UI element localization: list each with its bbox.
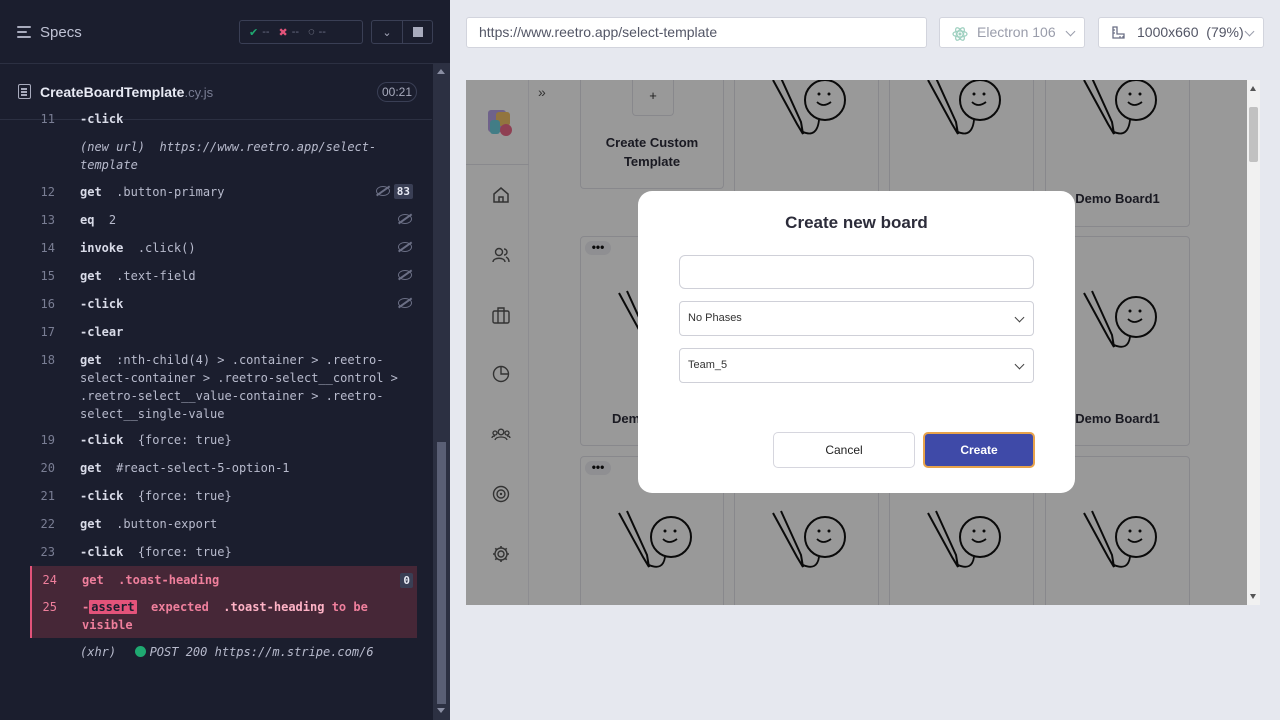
chevron-down-icon bbox=[1244, 26, 1255, 37]
url-bar[interactable]: https://www.reetro.app/select-template bbox=[466, 17, 927, 48]
viewport-zoom: (79%) bbox=[1206, 24, 1244, 40]
spec-duration: 00:21 bbox=[377, 82, 417, 102]
create-board-dialog: Create new board No Phases Team_5 Cancel… bbox=[638, 191, 1075, 493]
assertion-error-row[interactable]: 25 - assert expected .toast-heading to be… bbox=[30, 594, 417, 638]
passed-count: ✔ -- bbox=[249, 26, 270, 39]
eye-slash-icon bbox=[397, 297, 413, 309]
command-log: 11 -click (new url) https://www.reetro.a… bbox=[0, 110, 432, 670]
specs-label[interactable]: Specs bbox=[40, 24, 82, 41]
chevron-down-icon bbox=[1014, 359, 1025, 370]
scroll-up-arrow-icon[interactable] bbox=[1250, 86, 1256, 91]
status-dot-icon bbox=[134, 646, 146, 657]
browser-name: Electron 106 bbox=[977, 24, 1056, 40]
viewport-size: 1000x660 bbox=[1137, 24, 1199, 40]
create-button[interactable]: Create bbox=[923, 432, 1035, 468]
viewport-selector[interactable]: 1000x660 (79%) bbox=[1098, 17, 1264, 48]
cancel-button[interactable]: Cancel bbox=[773, 432, 915, 468]
element-count-badge: 83 bbox=[393, 184, 413, 199]
dialog-title: Create new board bbox=[785, 213, 928, 232]
pending-icon: ◌ bbox=[308, 26, 315, 38]
browser-selector[interactable]: Electron 106 bbox=[939, 17, 1085, 48]
cross-icon: ✖ bbox=[278, 26, 288, 39]
stop-button[interactable] bbox=[403, 20, 433, 44]
team-select[interactable]: Team_5 bbox=[679, 348, 1034, 383]
chevron-down-icon[interactable]: ⌄ bbox=[371, 20, 403, 44]
electron-icon bbox=[952, 27, 968, 41]
runner-header: Specs ✔ -- ✖ -- ◌ -- ⌄ bbox=[0, 0, 450, 64]
eye-slash-icon bbox=[397, 213, 413, 225]
check-icon: ✔ bbox=[249, 26, 259, 39]
stop-icon bbox=[412, 27, 423, 37]
pending-count: ◌ -- bbox=[308, 26, 326, 38]
chevron-down-icon bbox=[1065, 26, 1076, 37]
test-runner-panel: Specs ✔ -- ✖ -- ◌ -- ⌄ CreateBoardTemplate.… bbox=[0, 0, 450, 720]
scroll-up-arrow-icon[interactable] bbox=[437, 69, 445, 74]
failed-command-row[interactable]: 24 get .toast-heading 0 bbox=[30, 566, 417, 594]
scroll-down-arrow-icon[interactable] bbox=[1250, 594, 1256, 599]
board-name-input[interactable] bbox=[679, 255, 1034, 289]
command-log-scroll-thumb[interactable] bbox=[437, 442, 446, 704]
document-icon bbox=[18, 84, 31, 99]
eye-slash-icon bbox=[397, 241, 413, 253]
eye-slash-icon bbox=[375, 185, 391, 197]
scroll-down-arrow-icon[interactable] bbox=[437, 708, 445, 713]
phases-select[interactable]: No Phases bbox=[679, 301, 1034, 336]
specs-menu-icon[interactable] bbox=[17, 26, 31, 38]
element-count-badge: 0 bbox=[400, 573, 413, 588]
app-viewport: » Create Custom Template + Demo Board1 •… bbox=[466, 80, 1247, 605]
app-scroll-thumb[interactable] bbox=[1249, 107, 1258, 162]
failed-count: ✖ -- bbox=[278, 26, 300, 39]
eye-slash-icon bbox=[397, 269, 413, 281]
assert-tag: assert bbox=[89, 600, 137, 614]
chevron-down-icon bbox=[1014, 312, 1025, 323]
ruler-icon bbox=[1112, 26, 1125, 39]
test-stats: ✔ -- ✖ -- ◌ -- bbox=[239, 20, 363, 44]
spec-file-name[interactable]: CreateBoardTemplate.cy.js bbox=[40, 84, 213, 100]
